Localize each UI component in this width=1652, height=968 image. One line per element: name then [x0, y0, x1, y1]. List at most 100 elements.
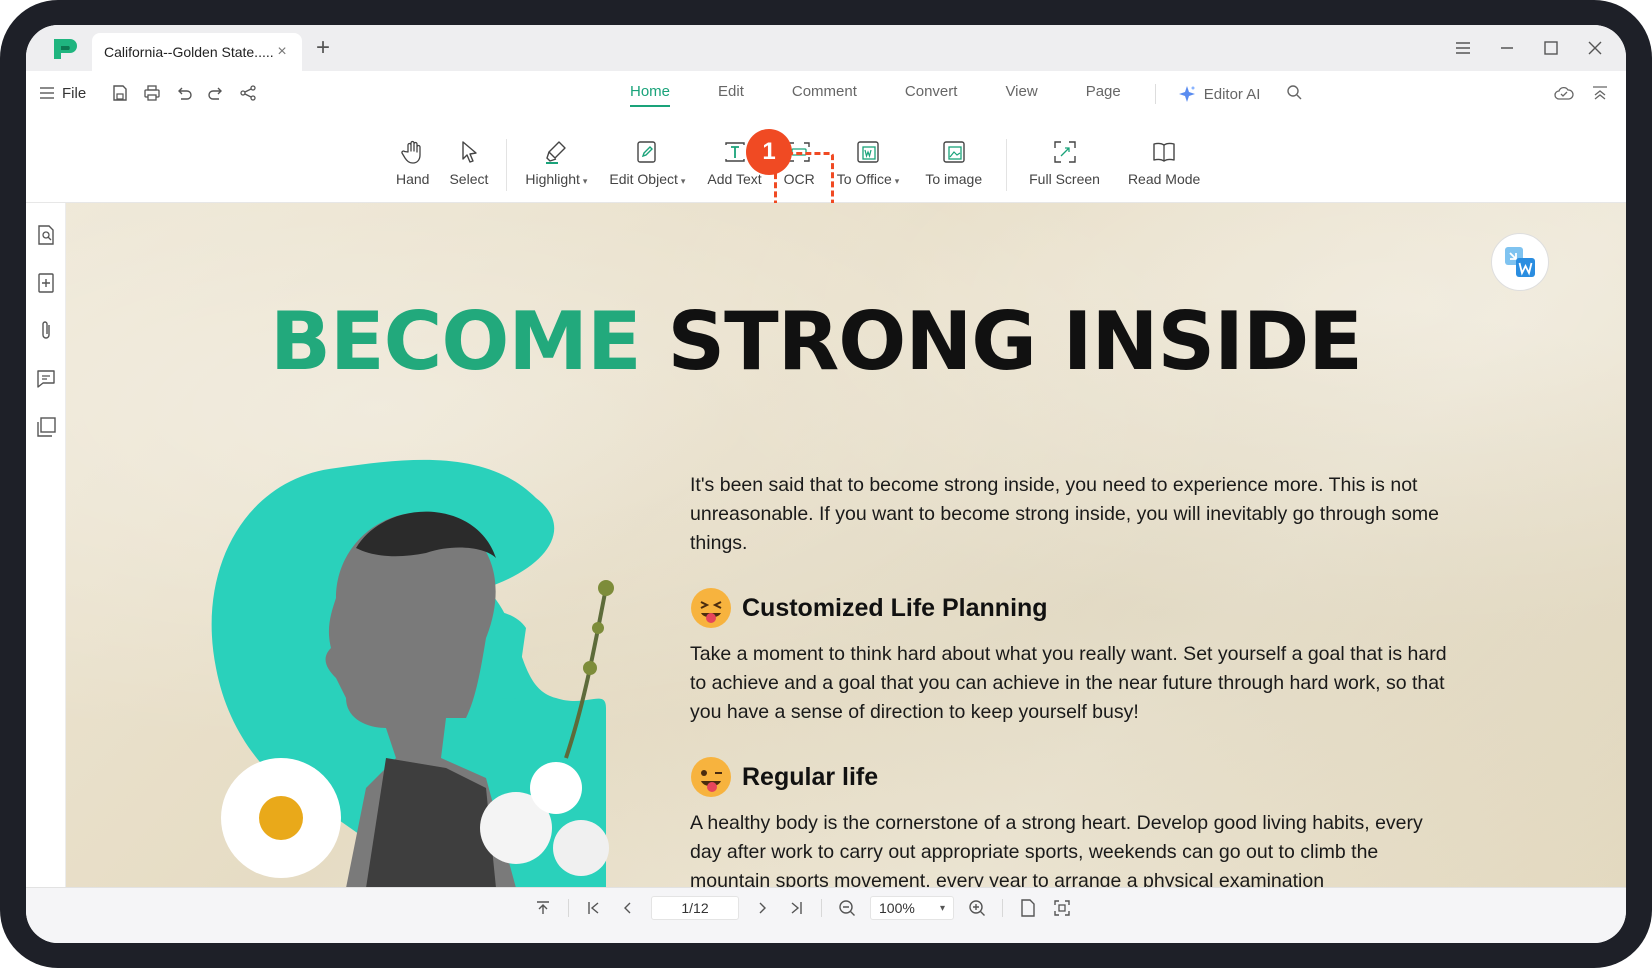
planning-paragraph: Take a moment to think hard about what y… [690, 643, 1447, 723]
tab-edit[interactable]: Edit [694, 81, 768, 107]
regular-life-paragraph: A healthy body is the cornerstone of a s… [690, 812, 1423, 887]
print-icon[interactable] [136, 81, 168, 105]
sparkle-icon [1178, 86, 1195, 102]
highlight-tool-button[interactable]: Highlight ▾ [515, 135, 597, 197]
single-page-view-icon[interactable] [1011, 896, 1045, 920]
status-bar: 1/12 100% ▾ [26, 887, 1626, 943]
app-window: California--Golden State...... × + File … [26, 25, 1626, 943]
document-tab[interactable]: California--Golden State...... × [92, 33, 302, 71]
file-menu-label: File [62, 84, 87, 102]
tab-convert[interactable]: Convert [881, 81, 982, 107]
zoom-out-icon[interactable] [830, 896, 864, 920]
select-tool-label: Select [449, 171, 489, 187]
book-icon [1153, 142, 1175, 162]
minimize-icon[interactable] [1490, 37, 1524, 59]
highlighter-icon [546, 141, 567, 164]
highlight-tool-label: Highlight ▾ [525, 171, 587, 187]
window-controls [1446, 37, 1612, 59]
edit-object-button[interactable]: Edit Object ▾ [597, 135, 697, 197]
status-divider [568, 899, 569, 917]
page-navigation: 1/12 100% ▾ [526, 896, 1079, 920]
device-frame: California--Golden State...... × + File … [0, 0, 1652, 968]
section-heading-planning-text: Customized Life Planning [742, 593, 1048, 622]
section-heading-regular-life: Regular life [690, 756, 878, 798]
zoom-level-select[interactable]: 100% ▾ [870, 896, 954, 920]
tab-comment[interactable]: Comment [768, 81, 881, 107]
scroll-to-top-icon[interactable] [526, 896, 560, 920]
tab-view[interactable]: View [981, 81, 1061, 107]
headline-green-word: BECOME [270, 295, 642, 388]
page-headline: BECOME STRONG INSIDE [66, 295, 1566, 388]
hand-tool-button[interactable]: Hand [386, 135, 439, 197]
save-icon[interactable] [104, 81, 136, 105]
menu-lines-icon [40, 87, 54, 99]
read-mode-button[interactable]: Read Mode [1114, 135, 1214, 197]
close-window-icon[interactable] [1578, 37, 1612, 59]
app-logo-icon [54, 39, 77, 59]
title-bar: California--Golden State...... × + [26, 25, 1626, 71]
new-tab-button[interactable]: + [316, 36, 330, 60]
attachment-icon[interactable] [34, 319, 58, 343]
collapse-ribbon-icon[interactable] [1588, 81, 1612, 105]
chevron-down-icon: ▾ [939, 902, 945, 914]
share-icon[interactable] [232, 81, 264, 105]
page-number-input[interactable]: 1/12 [651, 896, 739, 920]
full-screen-label: Full Screen [1029, 171, 1100, 187]
to-image-button[interactable]: To image [909, 135, 998, 197]
undo-icon[interactable] [168, 81, 200, 105]
chevron-down-icon: ▾ [582, 176, 588, 186]
document-tab-title: California--Golden State...... [104, 44, 274, 60]
edit-object-text: Edit Object [609, 171, 678, 187]
menu-tabs: Home Edit Comment Convert View Page Edit… [606, 81, 1302, 107]
tool-divider [506, 139, 508, 191]
tab-page[interactable]: Page [1062, 81, 1145, 107]
document-view[interactable]: BECOME STRONG INSIDE It's been said that… [66, 203, 1626, 887]
tool-divider [1006, 139, 1008, 191]
to-image-icon [943, 141, 965, 163]
status-divider [821, 899, 822, 917]
tongue-out-emoji-icon [691, 588, 731, 628]
hand-icon [401, 140, 421, 164]
edit-object-icon [637, 141, 657, 163]
thumbnails-icon[interactable] [34, 223, 58, 247]
to-office-text: To Office [836, 171, 892, 187]
full-screen-button[interactable]: Full Screen [1015, 135, 1114, 197]
fit-page-icon[interactable] [1045, 896, 1079, 920]
chevron-down-icon: ▾ [680, 176, 686, 186]
to-office-icon [857, 141, 879, 163]
maximize-icon[interactable] [1534, 37, 1568, 59]
quick-access-bar: File [40, 81, 264, 105]
menu-divider [1154, 84, 1156, 104]
hand-tool-label: Hand [396, 171, 430, 187]
hamburger-menu-icon[interactable] [1446, 37, 1480, 59]
file-menu-button[interactable]: File [40, 85, 86, 102]
cloud-sync-icon[interactable] [1552, 81, 1576, 105]
redo-icon[interactable] [200, 81, 232, 105]
tab-home[interactable]: Home [606, 81, 694, 107]
zoom-in-icon[interactable] [960, 896, 994, 920]
bookmark-add-icon[interactable] [34, 271, 58, 295]
full-screen-icon [1053, 141, 1076, 163]
previous-page-icon[interactable] [611, 896, 645, 920]
chevron-down-icon: ▾ [894, 176, 900, 186]
highlight-text: Highlight [525, 171, 580, 187]
pages-icon[interactable] [34, 415, 58, 439]
section-heading-regular-life-text: Regular life [742, 762, 879, 791]
headline-dark-words: STRONG INSIDE [667, 295, 1363, 388]
section-heading-planning: Customized Life Planning [690, 587, 1048, 629]
to-office-button[interactable]: To Office ▾ [827, 135, 910, 197]
to-image-label: To image [925, 171, 983, 187]
read-mode-label: Read Mode [1127, 171, 1201, 187]
select-tool-button[interactable]: Select [439, 135, 498, 197]
editor-ai-button[interactable]: Editor AI [1166, 85, 1273, 103]
convert-to-word-button[interactable] [1491, 233, 1549, 291]
comment-icon[interactable] [34, 367, 58, 391]
intro-paragraph: It's been said that to become strong ins… [690, 474, 1440, 554]
close-tab-icon[interactable]: × [274, 43, 290, 61]
next-page-icon[interactable] [745, 896, 779, 920]
status-divider [1002, 899, 1003, 917]
last-page-icon[interactable] [779, 896, 813, 920]
search-icon[interactable] [1272, 84, 1302, 104]
first-page-icon[interactable] [577, 896, 611, 920]
to-office-label: To Office ▾ [837, 171, 900, 187]
